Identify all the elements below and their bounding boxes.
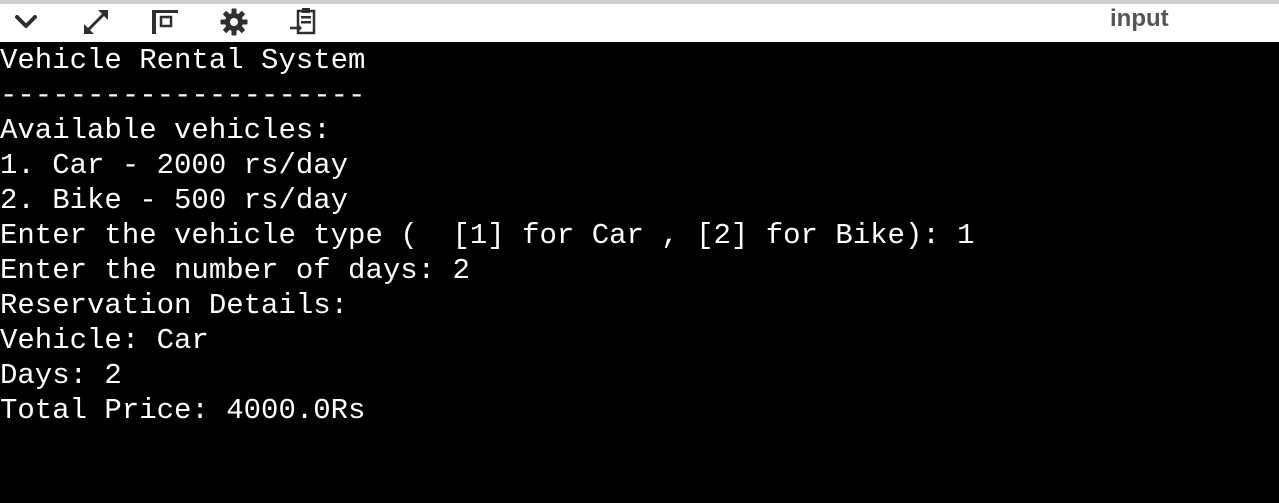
console-line: Available vehicles:: [0, 114, 331, 147]
chevron-down-icon[interactable]: [8, 4, 44, 40]
toolbar: input: [0, 4, 1279, 42]
console-line: Days: 2: [0, 359, 122, 392]
console-line: ---------------------: [0, 79, 366, 112]
console-line: 1. Car - 2000 rs/day: [0, 149, 349, 182]
console-line: 2. Bike - 500 rs/day: [0, 184, 349, 217]
console-line: Enter the vehicle type ( [1] for Car , […: [0, 219, 975, 252]
clipboard-paste-icon[interactable]: [285, 4, 321, 40]
input-label: input: [1110, 5, 1169, 32]
console-line: Vehicle: Car: [0, 324, 209, 357]
console-line: Vehicle Rental System: [0, 44, 366, 77]
layout-icon[interactable]: [147, 4, 183, 40]
console-line: Enter the number of days: 2: [0, 254, 470, 287]
console-line: Reservation Details:: [0, 289, 349, 322]
console-line: Total Price: 4000.0Rs: [0, 394, 366, 427]
gear-icon[interactable]: [216, 4, 252, 40]
console-output: Vehicle Rental System ------------------…: [0, 42, 1279, 503]
expand-icon[interactable]: [78, 4, 114, 40]
